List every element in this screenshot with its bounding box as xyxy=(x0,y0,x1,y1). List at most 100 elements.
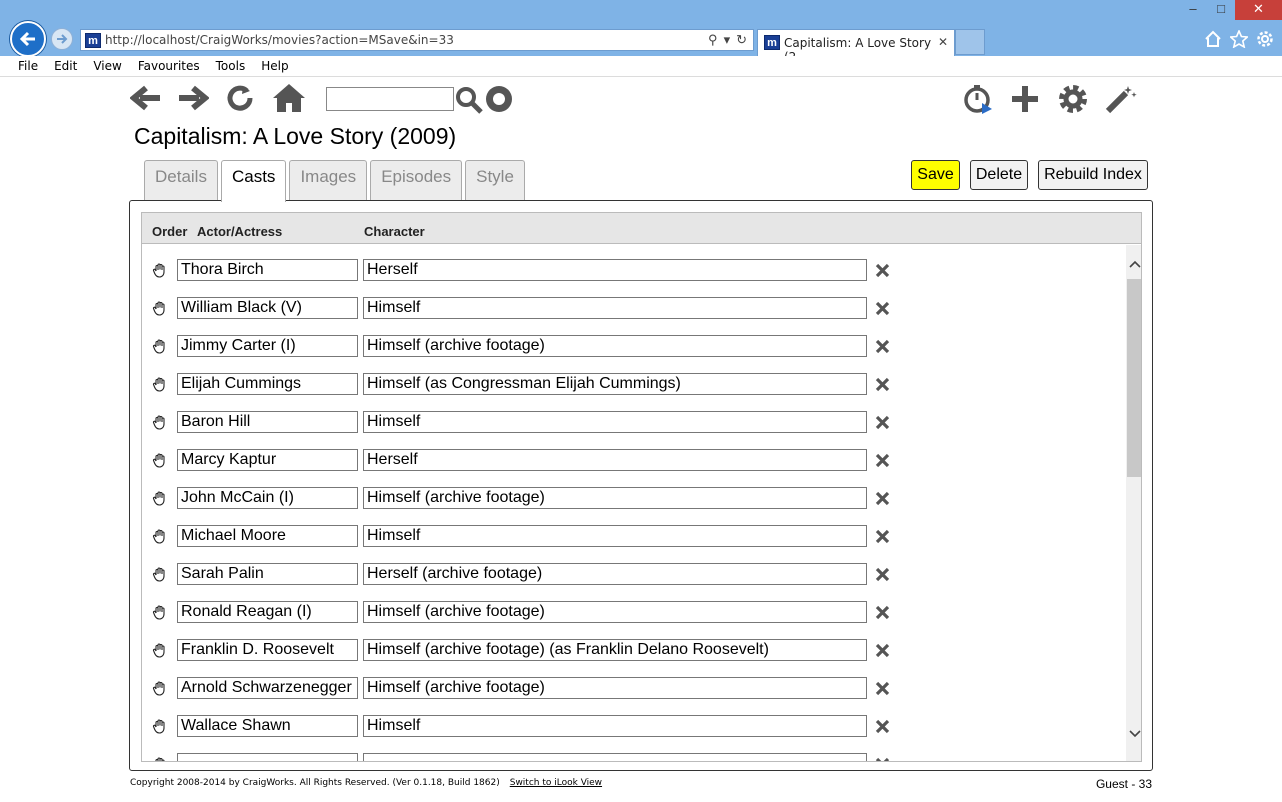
actor-field[interactable]: Ronald Reagan (I) xyxy=(177,601,358,623)
tab-episodes[interactable]: Episodes xyxy=(370,160,463,201)
drag-hand-icon[interactable] xyxy=(152,262,168,283)
drag-hand-icon[interactable] xyxy=(152,566,168,587)
remove-row-icon[interactable] xyxy=(875,453,890,473)
remove-row-icon[interactable] xyxy=(875,605,890,625)
maximize-icon[interactable]: □ xyxy=(1207,0,1235,20)
menu-help[interactable]: Help xyxy=(253,56,296,76)
menu-tools[interactable]: Tools xyxy=(208,56,254,76)
add-icon[interactable] xyxy=(1009,83,1041,115)
stopwatch-icon[interactable] xyxy=(962,83,994,115)
url-text[interactable]: http://localhost/CraigWorks/movies?actio… xyxy=(105,33,454,47)
refresh-icon[interactable]: ↻ xyxy=(736,32,747,48)
actor-field[interactable]: Jimmy Carter (I) xyxy=(177,335,358,357)
remove-row-icon[interactable] xyxy=(875,339,890,359)
menu-file[interactable]: File xyxy=(10,56,46,76)
actor-field[interactable] xyxy=(177,753,358,761)
drag-hand-icon[interactable] xyxy=(152,414,168,435)
remove-row-icon[interactable] xyxy=(875,681,890,701)
scrollbar-thumb[interactable] xyxy=(1127,279,1141,477)
star-icon[interactable] xyxy=(1230,30,1248,48)
character-field[interactable]: Himself xyxy=(363,297,867,319)
remove-row-icon[interactable] xyxy=(875,719,890,739)
actor-field[interactable]: William Black (V) xyxy=(177,297,358,319)
drag-hand-icon[interactable] xyxy=(152,680,168,701)
actor-field[interactable]: Michael Moore xyxy=(177,525,358,547)
delete-button[interactable]: Delete xyxy=(970,160,1028,190)
new-tab-button[interactable] xyxy=(955,29,985,55)
actor-field[interactable]: Thora Birch xyxy=(177,259,358,281)
character-field[interactable]: Himself xyxy=(363,411,867,433)
character-field[interactable]: Himself (archive footage) xyxy=(363,335,867,357)
close-window-icon[interactable]: ✕ xyxy=(1235,0,1282,20)
save-button[interactable]: Save xyxy=(911,160,960,190)
browser-tab[interactable]: m Capitalism: A Love Story (2... ✕ xyxy=(757,29,955,64)
tab-casts[interactable]: Casts xyxy=(220,160,287,202)
drag-hand-icon[interactable] xyxy=(152,642,168,663)
tab-details[interactable]: Details xyxy=(144,160,218,201)
forward-arrow-icon[interactable] xyxy=(177,83,209,113)
drag-hand-icon[interactable] xyxy=(152,376,168,397)
drag-hand-icon[interactable] xyxy=(152,756,168,761)
remove-row-icon[interactable] xyxy=(875,415,890,435)
magic-wand-icon[interactable] xyxy=(1104,83,1138,115)
character-field[interactable]: Himself (archive footage) xyxy=(363,487,867,509)
actor-field[interactable]: Elijah Cummings xyxy=(177,373,358,395)
character-field[interactable]: Herself xyxy=(363,449,867,471)
menu-view[interactable]: View xyxy=(85,56,129,76)
remove-row-icon[interactable] xyxy=(875,757,890,761)
browser-forward-button[interactable] xyxy=(51,28,73,50)
minimize-icon[interactable]: – xyxy=(1179,0,1207,20)
refresh-icon[interactable] xyxy=(224,83,256,113)
tab-style[interactable]: Style xyxy=(465,160,525,201)
drag-hand-icon[interactable] xyxy=(152,490,168,511)
character-field[interactable]: Himself (as Congressman Elijah Cummings) xyxy=(363,373,867,395)
drag-hand-icon[interactable] xyxy=(152,338,168,359)
actor-field[interactable]: John McCain (I) xyxy=(177,487,358,509)
dropdown-icon[interactable]: ▾ xyxy=(724,32,731,48)
character-field[interactable]: Himself xyxy=(363,715,867,737)
search-input[interactable] xyxy=(326,87,454,111)
scroll-down-icon[interactable] xyxy=(1129,729,1141,739)
tab-images[interactable]: Images xyxy=(289,160,368,201)
menu-favourites[interactable]: Favourites xyxy=(130,56,208,76)
character-field[interactable]: Herself xyxy=(363,259,867,281)
search-icon[interactable] xyxy=(455,86,483,114)
actor-field[interactable]: Sarah Palin xyxy=(177,563,358,585)
character-field[interactable]: Himself (archive footage) xyxy=(363,677,867,699)
browser-back-button[interactable] xyxy=(10,21,46,57)
clear-search-icon[interactable] xyxy=(484,84,514,114)
search-icon[interactable]: ⚲ xyxy=(708,32,718,48)
remove-row-icon[interactable] xyxy=(875,529,890,549)
character-field[interactable]: Himself (archive footage) xyxy=(363,601,867,623)
drag-hand-icon[interactable] xyxy=(152,452,168,473)
actor-field[interactable]: Arnold Schwarzenegger xyxy=(177,677,358,699)
tab-close-icon[interactable]: ✕ xyxy=(938,35,948,49)
remove-row-icon[interactable] xyxy=(875,491,890,511)
actor-field[interactable]: Franklin D. Roosevelt xyxy=(177,639,358,661)
actor-field[interactable]: Marcy Kaptur xyxy=(177,449,358,471)
home-icon[interactable] xyxy=(272,83,306,113)
switch-view-link[interactable]: Switch to iLook View xyxy=(510,778,602,788)
rebuild-index-button[interactable]: Rebuild Index xyxy=(1038,160,1148,190)
vertical-scrollbar[interactable] xyxy=(1126,245,1141,761)
remove-row-icon[interactable] xyxy=(875,263,890,283)
remove-row-icon[interactable] xyxy=(875,567,890,587)
settings-gear-icon[interactable] xyxy=(1256,30,1274,48)
back-arrow-icon[interactable] xyxy=(130,83,162,113)
drag-hand-icon[interactable] xyxy=(152,718,168,739)
drag-hand-icon[interactable] xyxy=(152,528,168,549)
drag-hand-icon[interactable] xyxy=(152,604,168,625)
remove-row-icon[interactable] xyxy=(875,643,890,663)
character-field[interactable]: Herself (archive footage) xyxy=(363,563,867,585)
character-field[interactable] xyxy=(363,753,867,761)
address-bar[interactable]: m http://localhost/CraigWorks/movies?act… xyxy=(80,29,754,51)
remove-row-icon[interactable] xyxy=(875,301,890,321)
drag-hand-icon[interactable] xyxy=(152,300,168,321)
character-field[interactable]: Himself xyxy=(363,525,867,547)
actor-field[interactable]: Baron Hill xyxy=(177,411,358,433)
home-icon[interactable] xyxy=(1204,30,1222,48)
scroll-up-icon[interactable] xyxy=(1129,259,1141,269)
settings-gear-icon[interactable] xyxy=(1057,83,1089,115)
actor-field[interactable]: Wallace Shawn xyxy=(177,715,358,737)
menu-edit[interactable]: Edit xyxy=(46,56,85,76)
